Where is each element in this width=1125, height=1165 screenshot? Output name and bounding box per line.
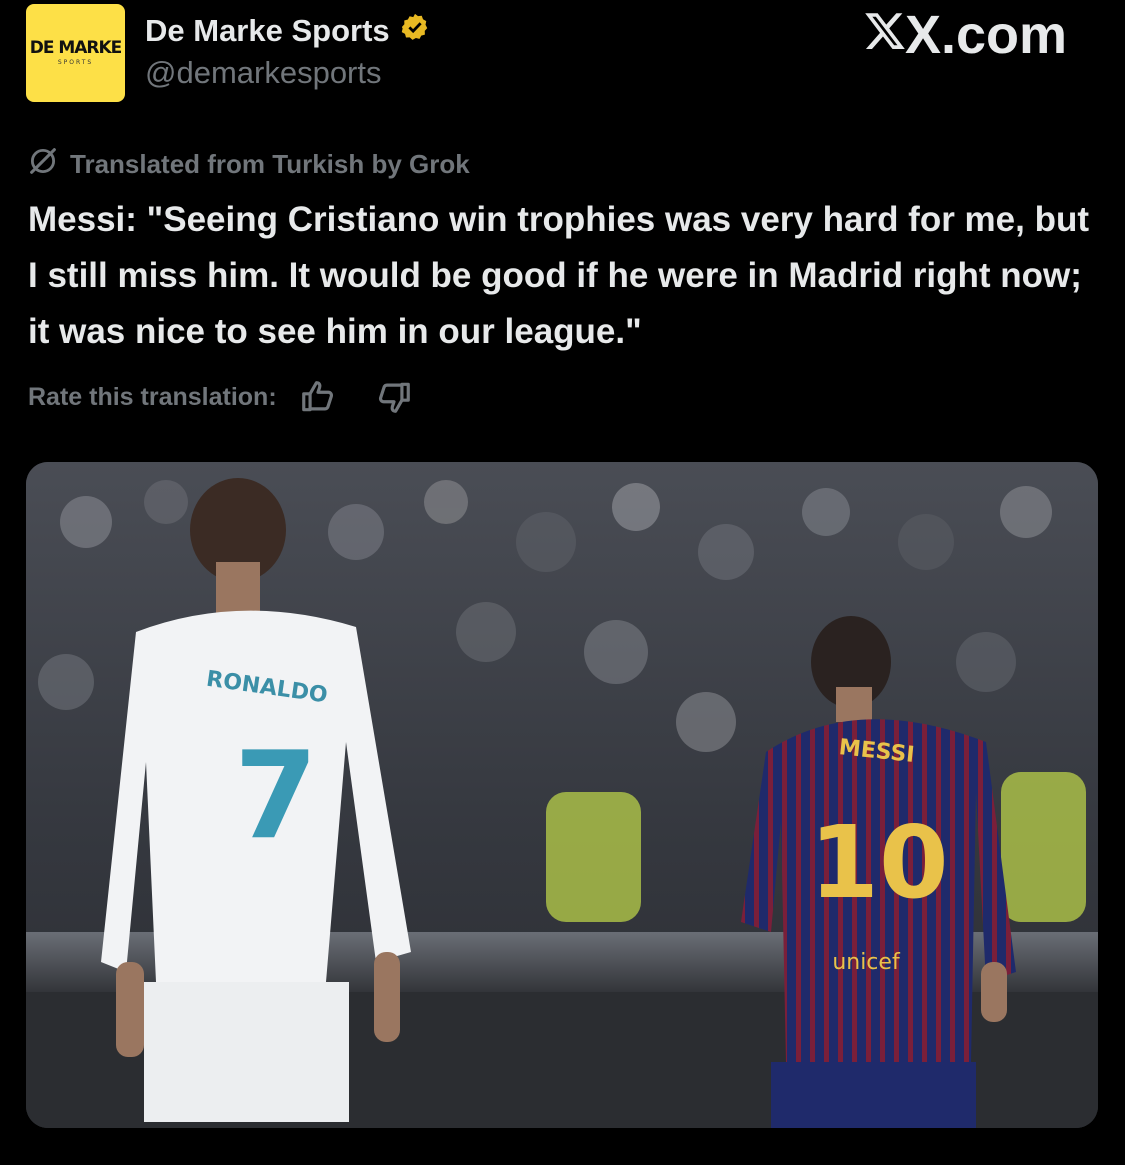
site-label: X.com <box>904 5 1067 65</box>
x-logo-icon <box>863 4 907 66</box>
account-handle[interactable]: @demarkesports <box>145 55 382 91</box>
thumbs-down-icon[interactable] <box>375 378 413 416</box>
steward-vest-right <box>1001 772 1086 922</box>
account-avatar[interactable]: DE MARKE SPORTS <box>26 4 125 102</box>
display-name-text: De Marke Sports <box>145 13 390 48</box>
account-display-name[interactable]: De Marke Sports <box>145 12 430 50</box>
grok-icon <box>26 144 60 185</box>
avatar-logo-subtext: SPORTS <box>57 59 94 66</box>
site-watermark: X.com <box>863 4 1067 66</box>
rate-translation-label: Rate this translation: <box>28 382 277 411</box>
translation-notice-text: Translated from Turkish by Grok <box>70 149 470 179</box>
rate-translation: Rate this translation: <box>28 378 413 416</box>
thumbs-up-icon[interactable] <box>299 378 337 416</box>
steward-vest-left <box>546 792 641 922</box>
tweet-text: Messi: "Seeing Cristiano win trophies wa… <box>28 200 1090 351</box>
verified-badge-icon <box>400 12 430 50</box>
player-left-number: 7 <box>234 727 318 866</box>
translation-notice: Translated from Turkish by Grok <box>26 144 470 185</box>
player-right-number: 10 <box>809 804 948 921</box>
avatar-logo-text: DE MARKE <box>29 38 123 58</box>
player-right-sponsor: unicef <box>832 950 901 975</box>
tweet-media-photo[interactable]: RONALDO 7 MESSI 10 unicef <box>26 462 1098 1128</box>
